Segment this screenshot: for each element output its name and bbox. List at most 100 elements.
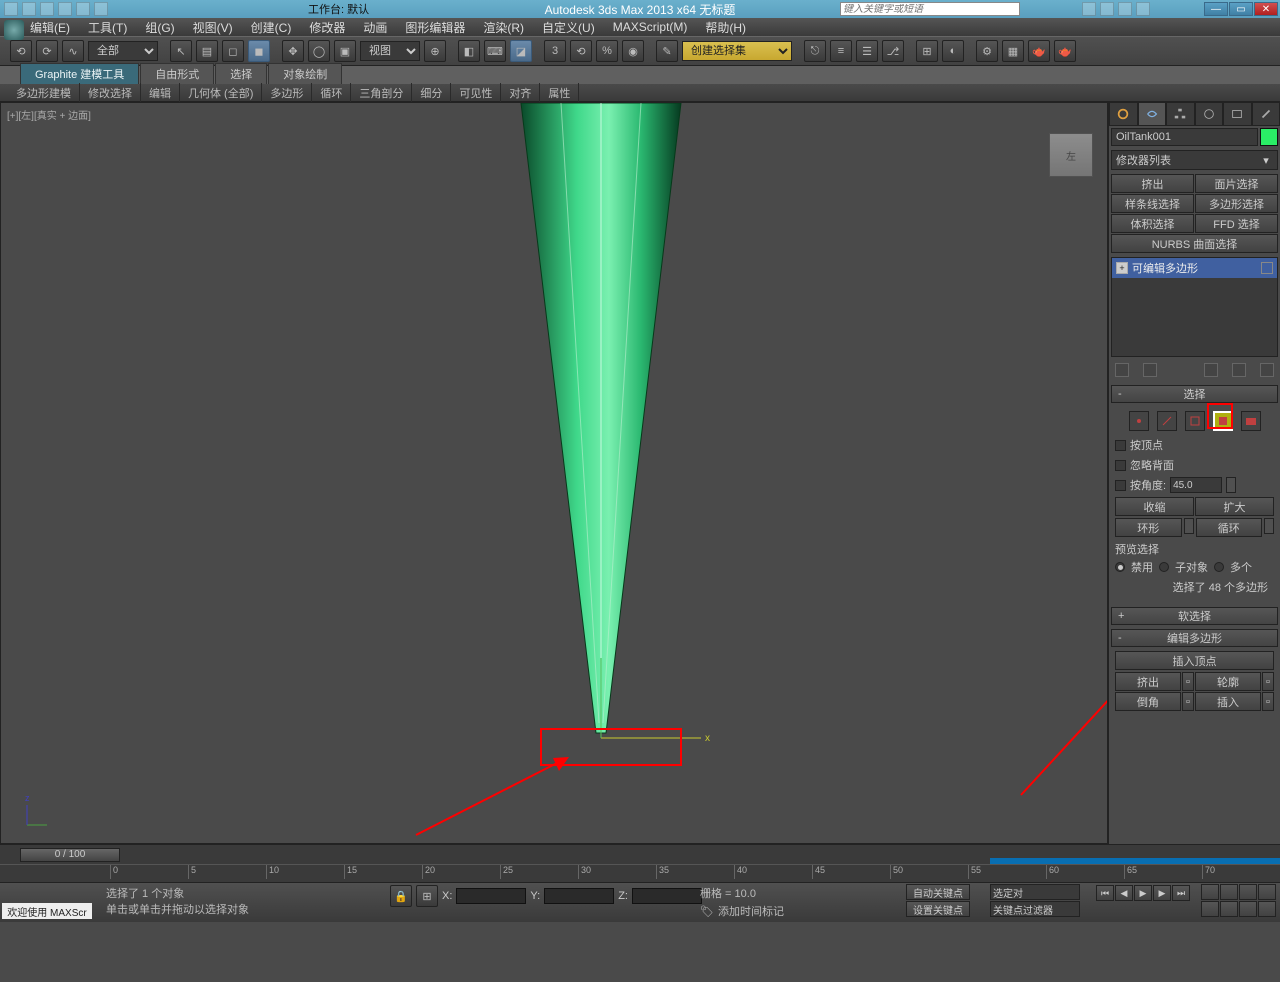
sub-tri[interactable]: 三角剖分 [351, 83, 412, 103]
radio-disable[interactable] [1115, 562, 1125, 572]
pin-stack-icon[interactable] [1115, 363, 1129, 377]
viewport[interactable]: [+][左][真实 + 边面] 左 x [0, 102, 1108, 844]
btn-inset-settings[interactable]: ▫ [1262, 692, 1274, 711]
menu-views[interactable]: 视图(V) [193, 19, 233, 36]
edit-named-sel-icon[interactable]: ✎ [656, 40, 678, 62]
save-icon[interactable] [40, 2, 54, 16]
rotate-icon[interactable]: ◯ [308, 40, 330, 62]
zoom-all-icon[interactable] [1220, 884, 1238, 900]
select-link-icon[interactable]: ⟲ [10, 40, 32, 62]
selection-filter-dropdown[interactable]: 选定对 [990, 884, 1080, 900]
viewcube[interactable]: 左 [1049, 133, 1093, 177]
pan-icon[interactable] [1220, 901, 1238, 917]
configure-sets-icon[interactable] [1260, 363, 1274, 377]
redo-icon[interactable] [76, 2, 90, 16]
workspace-selector[interactable]: 工作台: 默认 [308, 1, 369, 17]
keyboard-shortcut-icon[interactable]: ⌨ [484, 40, 506, 62]
snap-toggle-icon[interactable]: ◪ [510, 40, 532, 62]
ring-spinner[interactable] [1184, 518, 1194, 534]
select-name-icon[interactable]: ▤ [196, 40, 218, 62]
app-menu-icon[interactable] [4, 20, 24, 40]
btn-inset[interactable]: 插入 [1195, 692, 1261, 711]
fov-icon[interactable] [1201, 901, 1219, 917]
motion-tab-icon[interactable] [1195, 102, 1224, 126]
selection-filter[interactable]: 全部 [88, 41, 158, 61]
btn-spline-select[interactable]: 样条线选择 [1111, 194, 1194, 213]
ref-coord-dropdown[interactable]: 视图 [360, 41, 420, 61]
time-ruler[interactable]: 0 5 10 15 20 25 30 35 40 45 50 55 60 65 … [0, 864, 1280, 882]
named-selection-set[interactable]: 创建选择集 [682, 41, 792, 61]
radio-subobj[interactable] [1159, 562, 1169, 572]
open-icon[interactable] [22, 2, 36, 16]
menu-modifiers[interactable]: 修改器 [309, 19, 345, 36]
modifier-list-dropdown[interactable]: 修改器列表▾ [1111, 150, 1278, 170]
menu-graph-editors[interactable]: 图形编辑器 [405, 19, 465, 36]
chk-by-angle[interactable] [1115, 480, 1126, 491]
modify-tab-icon[interactable] [1138, 102, 1167, 126]
render-frame-icon[interactable]: ▦ [1002, 40, 1024, 62]
sub-subdiv[interactable]: 细分 [412, 83, 451, 103]
object-name-field[interactable]: OilTank001 [1111, 128, 1258, 146]
btn-vol-select[interactable]: 体积选择 [1111, 214, 1194, 233]
goto-start-icon[interactable]: ⏮ [1096, 885, 1114, 901]
btn-ring[interactable]: 环形 [1115, 518, 1182, 537]
lock-selection-icon[interactable]: 🔒 [390, 885, 412, 907]
new-icon[interactable] [4, 2, 18, 16]
menu-help[interactable]: 帮助(H) [705, 19, 746, 36]
sub-geometry[interactable]: 几何体 (全部) [180, 83, 262, 103]
rtab-selection[interactable]: 选择 [215, 63, 267, 84]
help-icon[interactable] [1136, 2, 1150, 16]
chk-by-vertex[interactable] [1115, 440, 1126, 451]
btn-outline[interactable]: 轮廓 [1195, 672, 1261, 691]
signin-icon[interactable] [1082, 2, 1096, 16]
curve-editor-icon[interactable]: ⎇ [882, 40, 904, 62]
sub-polymodel[interactable]: 多边形建模 [8, 83, 80, 103]
btn-poly-select[interactable]: 多边形选择 [1195, 194, 1278, 213]
btn-insert-vertex[interactable]: 插入顶点 [1115, 651, 1274, 670]
modifier-stack[interactable]: + 可编辑多边形 [1111, 257, 1278, 357]
menu-create[interactable]: 创建(C) [251, 19, 292, 36]
layer-icon[interactable]: ☰ [856, 40, 878, 62]
mirror-icon[interactable]: ⎋ [804, 40, 826, 62]
subobj-vertex-icon[interactable] [1129, 411, 1149, 431]
remove-modifier-icon[interactable] [1232, 363, 1246, 377]
menu-animation[interactable]: 动画 [363, 19, 387, 36]
btn-ffd-select[interactable]: FFD 选择 [1195, 214, 1278, 233]
prev-frame-icon[interactable]: ◀ [1115, 885, 1133, 901]
menu-rendering[interactable]: 渲染(R) [483, 19, 524, 36]
undo-icon[interactable] [58, 2, 72, 16]
next-frame-icon[interactable]: ▶ [1153, 885, 1171, 901]
menu-group[interactable]: 组(G) [145, 19, 174, 36]
select-object-icon[interactable]: ↖ [170, 40, 192, 62]
sub-polygon[interactable]: 多边形 [262, 83, 312, 103]
stack-item-editable-poly[interactable]: + 可编辑多边形 [1112, 258, 1277, 278]
render-setup-icon[interactable]: ⚙ [976, 40, 998, 62]
rollout-soft-header[interactable]: +软选择 [1111, 607, 1278, 625]
angle-spinner-buttons[interactable] [1226, 477, 1236, 493]
btn-outline-settings[interactable]: ▫ [1262, 672, 1274, 691]
key-filter-dropdown[interactable]: 关键点过滤器 [990, 901, 1080, 917]
sub-props[interactable]: 属性 [540, 83, 579, 103]
btn-bevel-settings[interactable]: ▫ [1182, 692, 1194, 711]
hierarchy-tab-icon[interactable] [1166, 102, 1195, 126]
time-tag-area[interactable]: 🏷 添加时间标记 [700, 903, 784, 919]
zoom-extents-icon[interactable] [1239, 884, 1257, 900]
sub-loop[interactable]: 循环 [312, 83, 351, 103]
unlink-icon[interactable]: ⟳ [36, 40, 58, 62]
render-prod-icon[interactable]: 🫖 [1054, 40, 1076, 62]
btn-shrink[interactable]: 收缩 [1115, 497, 1194, 516]
rtab-graphite[interactable]: Graphite 建模工具 [20, 63, 139, 84]
utilities-tab-icon[interactable] [1252, 102, 1280, 126]
rtab-freeform[interactable]: 自由形式 [140, 63, 214, 84]
abs-rel-icon[interactable]: ⊞ [416, 885, 438, 907]
percent-snap-icon[interactable]: % [596, 40, 618, 62]
window-crossing-icon[interactable]: ◼ [248, 40, 270, 62]
help-search[interactable] [840, 2, 1020, 16]
coord-z[interactable] [632, 888, 702, 904]
subobj-border-icon[interactable] [1185, 411, 1205, 431]
subobj-edge-icon[interactable] [1157, 411, 1177, 431]
play-icon[interactable]: ▶ [1134, 885, 1152, 901]
select-manipulate-icon[interactable]: ◧ [458, 40, 480, 62]
time-tag-icon[interactable]: 🏷 [700, 905, 714, 918]
subobj-element-icon[interactable] [1241, 411, 1261, 431]
